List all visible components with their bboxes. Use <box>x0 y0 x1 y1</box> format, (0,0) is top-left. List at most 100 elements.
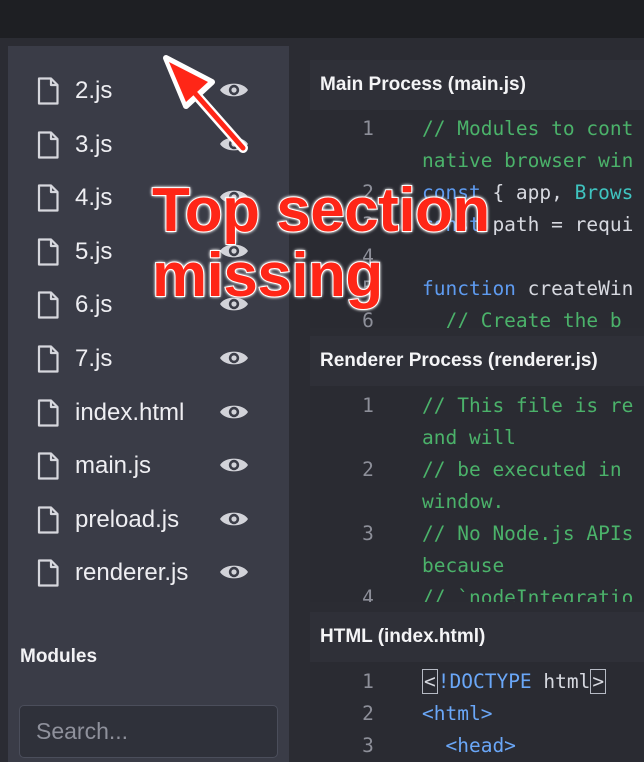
file-label: index.html <box>75 398 185 426</box>
code-text: because <box>422 550 504 582</box>
code-text: <head> <box>422 730 516 762</box>
html-code-editor[interactable]: 1 < !DOCTYPE html >2 <html> 3 <head> <box>310 662 644 762</box>
eye-icon[interactable] <box>219 508 249 530</box>
code-line: window. <box>310 486 644 518</box>
line-number: 3 <box>362 522 374 545</box>
code-token: // be executed in <box>422 458 622 481</box>
file-label: 5.js <box>75 237 113 265</box>
line-number: 1 <box>362 670 374 693</box>
file-icon <box>36 184 60 212</box>
eye-icon[interactable] <box>219 561 249 583</box>
code-line: 1 // This file is re <box>310 390 644 422</box>
modules-heading: Modules <box>20 646 98 667</box>
code-text: and will <box>422 422 516 454</box>
sidebar: 2.js 3.js 4.js 5.js 6.js 7.js index.html main.j… <box>8 46 289 762</box>
file-icon <box>36 506 60 534</box>
code-token: native browser win <box>422 149 634 172</box>
code-line: 3 <head> <box>310 730 644 762</box>
code-text: // be executed in <box>422 454 622 486</box>
file-label: 7.js <box>75 344 113 372</box>
line-number: 2 <box>362 458 374 481</box>
code-line: and will <box>310 422 644 454</box>
code-token: Brows <box>574 181 634 204</box>
code-token: // No Node.js APIs <box>422 522 634 545</box>
eye-icon[interactable] <box>219 347 249 369</box>
file-item[interactable]: renderer.js <box>8 546 289 600</box>
file-label: renderer.js <box>75 559 189 587</box>
code-line: 3 // No Node.js APIs <box>310 518 644 550</box>
code-token: // Modules to cont <box>422 117 634 140</box>
file-label: 4.js <box>75 184 113 212</box>
html-panel-title: HTML (index.html) <box>310 612 644 662</box>
file-icon <box>36 398 60 427</box>
code-token: createWin <box>515 277 634 300</box>
line-number: 2 <box>362 702 374 725</box>
code-token: and will <box>422 426 516 449</box>
code-token: !DOCTYPE <box>437 670 544 693</box>
line-number: 1 <box>362 394 374 417</box>
eye-icon[interactable] <box>219 79 249 101</box>
code-token: html <box>543 670 591 693</box>
code-line: 1 // Modules to cont <box>310 113 644 145</box>
annotation-line-2: missing <box>151 241 384 311</box>
code-line: 2 <html> <box>310 698 644 730</box>
modules-search-input[interactable] <box>19 705 278 758</box>
code-line: native browser win <box>310 145 644 177</box>
code-text: // Create the b <box>422 305 622 328</box>
code-line: 2 // be executed in <box>310 454 644 486</box>
eye-icon[interactable] <box>219 401 249 423</box>
code-text: < !DOCTYPE html > <box>422 666 607 698</box>
code-token: <html> <box>422 702 493 725</box>
code-token: < <box>422 669 438 694</box>
file-item[interactable]: 7.js <box>8 332 289 386</box>
annotation-line-1: Top section <box>151 176 491 245</box>
file-label: 6.js <box>75 291 113 319</box>
html-panel: HTML (index.html) 1 < !DOCTYPE html >2 <html… <box>310 612 644 762</box>
renderer-process-panel: Renderer Process (renderer.js) 1 // This … <box>310 336 644 602</box>
code-token: <head> <box>422 734 516 757</box>
file-icon <box>36 559 60 587</box>
file-list: 2.js 3.js 4.js 5.js 6.js 7.js index.html main.j… <box>8 64 289 600</box>
file-label: main.js <box>75 452 152 480</box>
renderer-process-panel-title: Renderer Process (renderer.js) <box>310 336 644 386</box>
code-line: because <box>310 550 644 582</box>
file-icon <box>36 130 60 159</box>
code-token: window. <box>422 490 505 513</box>
file-item[interactable]: index.html <box>8 386 289 440</box>
annotation-text: Top section missing <box>151 176 512 311</box>
eye-icon[interactable] <box>219 454 249 476</box>
file-icon <box>36 238 60 266</box>
file-label: 3.js <box>75 130 113 158</box>
code-text: // Modules to cont <box>422 113 633 145</box>
renderer-process-code-editor[interactable]: 1 // This file is re and will 2 // be execut… <box>310 386 644 602</box>
file-item[interactable]: 3.js <box>8 118 289 172</box>
code-text: // `nodeIntegratio <box>422 582 633 602</box>
file-icon <box>36 452 60 480</box>
file-icon <box>36 345 60 373</box>
code-line: 1 < !DOCTYPE html > <box>310 666 644 698</box>
panel-divider[interactable] <box>289 38 310 762</box>
line-number: 3 <box>362 734 374 757</box>
file-label: 2.js <box>75 77 113 104</box>
code-text: native browser win <box>422 145 633 177</box>
file-item[interactable]: preload.js <box>8 493 289 547</box>
file-icon <box>36 291 60 319</box>
line-number: 4 <box>362 586 374 602</box>
code-line: 4 // `nodeIntegratio <box>310 582 644 602</box>
eye-icon[interactable] <box>219 133 249 155</box>
window-top-bar <box>0 0 644 38</box>
code-text: <html> <box>422 698 492 730</box>
code-token: // This file is re <box>422 394 634 417</box>
code-token: // Create the b <box>422 309 622 328</box>
file-icon <box>36 77 60 105</box>
file-label: preload.js <box>75 505 180 533</box>
file-item[interactable]: main.js <box>8 439 289 493</box>
file-item[interactable]: 2.js <box>8 64 289 118</box>
line-number: 1 <box>362 117 374 140</box>
main-process-panel-title: Main Process (main.js) <box>310 60 644 110</box>
code-token: > <box>590 669 607 694</box>
code-text: // This file is re <box>422 390 633 422</box>
code-token: because <box>422 554 505 577</box>
code-token: // `nodeIntegratio <box>422 586 634 602</box>
code-text: window. <box>422 486 504 518</box>
